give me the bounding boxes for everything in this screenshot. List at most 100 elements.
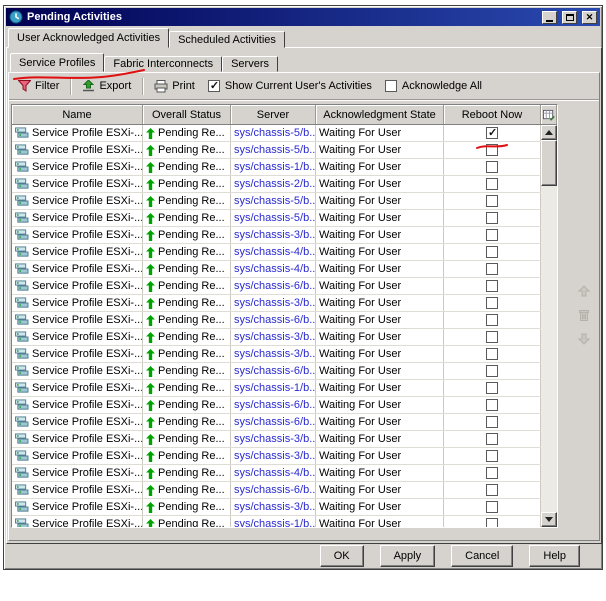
server-link[interactable]: sys/chassis-6/b... xyxy=(234,365,315,377)
move-up-button[interactable] xyxy=(576,283,592,299)
reboot-now-checkbox[interactable] xyxy=(486,399,498,411)
server-link[interactable]: sys/chassis-1/b... xyxy=(234,382,315,394)
reboot-now-checkbox[interactable] xyxy=(486,348,498,360)
tab-user-acknowledged-activities[interactable]: User Acknowledged Activities xyxy=(8,28,170,48)
reboot-now-checkbox[interactable] xyxy=(486,365,498,377)
acknowledge-all-checkbox-group[interactable]: Acknowledge All xyxy=(381,80,486,92)
reboot-now-checkbox[interactable] xyxy=(486,263,498,275)
table-row[interactable]: Service Profile ESXi-... Pending Re... s… xyxy=(12,295,541,312)
server-link[interactable]: sys/chassis-1/b... xyxy=(234,518,315,527)
server-link[interactable]: sys/chassis-2/b... xyxy=(234,178,315,190)
table-row[interactable]: Service Profile ESXi-... Pending Re... s… xyxy=(12,414,541,431)
scroll-up-button[interactable] xyxy=(541,125,557,140)
server-link[interactable]: sys/chassis-4/b... xyxy=(234,246,315,258)
reboot-now-checkbox[interactable] xyxy=(486,297,498,309)
reboot-now-checkbox[interactable] xyxy=(486,246,498,258)
reboot-now-checkbox[interactable] xyxy=(486,331,498,343)
column-header-overall-status[interactable]: Overall Status xyxy=(143,105,231,124)
ok-button[interactable]: OK xyxy=(319,545,364,567)
table-row[interactable]: Service Profile ESXi-... Pending Re... s… xyxy=(12,312,541,329)
server-link[interactable]: sys/chassis-6/b... xyxy=(234,484,315,496)
tab-scheduled-activities[interactable]: Scheduled Activities xyxy=(169,31,285,48)
reboot-now-checkbox[interactable] xyxy=(486,195,498,207)
reboot-now-checkbox[interactable] xyxy=(486,501,498,513)
show-current-users-activities-checkbox[interactable] xyxy=(207,79,220,92)
tab-servers[interactable]: Servers xyxy=(222,56,278,72)
maximize-button[interactable] xyxy=(562,10,577,24)
table-row[interactable]: Service Profile ESXi-... Pending Re... s… xyxy=(12,125,541,142)
table-row[interactable]: Service Profile ESXi-... Pending Re... s… xyxy=(12,465,541,482)
server-link[interactable]: sys/chassis-3/b... xyxy=(234,501,315,513)
server-link[interactable]: sys/chassis-4/b... xyxy=(234,467,315,479)
server-link[interactable]: sys/chassis-4/b... xyxy=(234,263,315,275)
cancel-button[interactable]: Cancel xyxy=(451,545,514,567)
minimize-button[interactable] xyxy=(542,10,557,24)
table-row[interactable]: Service Profile ESXi-... Pending Re... s… xyxy=(12,448,541,465)
move-down-button[interactable] xyxy=(576,331,592,347)
table-row[interactable]: Service Profile ESXi-... Pending Re... s… xyxy=(12,363,541,380)
reboot-now-checkbox[interactable] xyxy=(486,314,498,326)
table-row[interactable]: Service Profile ESXi-... Pending Re... s… xyxy=(12,227,541,244)
tab-service-profiles[interactable]: Service Profiles xyxy=(10,53,105,72)
acknowledge-all-checkbox[interactable] xyxy=(384,80,397,92)
reboot-now-checkbox[interactable] xyxy=(486,126,498,139)
table-customize-button[interactable] xyxy=(541,105,557,124)
apply-button[interactable]: Apply xyxy=(379,545,436,567)
reboot-now-checkbox[interactable] xyxy=(486,467,498,479)
server-link[interactable]: sys/chassis-3/b... xyxy=(234,331,315,343)
title-bar[interactable]: Pending Activities ✕ xyxy=(6,8,600,26)
scrollbar-thumb[interactable] xyxy=(541,140,557,186)
close-button[interactable]: ✕ xyxy=(582,10,597,24)
server-link[interactable]: sys/chassis-1/b... xyxy=(234,161,315,173)
table-row[interactable]: Service Profile ESXi-... Pending Re... s… xyxy=(12,142,541,159)
reboot-now-checkbox[interactable] xyxy=(486,433,498,445)
server-link[interactable]: sys/chassis-5/b... xyxy=(234,144,315,156)
table-row[interactable]: Service Profile ESXi-... Pending Re... s… xyxy=(12,380,541,397)
table-row[interactable]: Service Profile ESXi-... Pending Re... s… xyxy=(12,261,541,278)
table-row[interactable]: Service Profile ESXi-... Pending Re... s… xyxy=(12,397,541,414)
reboot-now-checkbox[interactable] xyxy=(486,416,498,428)
reboot-now-checkbox[interactable] xyxy=(486,161,498,173)
table-row[interactable]: Service Profile ESXi-... Pending Re... s… xyxy=(12,159,541,176)
table-row[interactable]: Service Profile ESXi-... Pending Re... s… xyxy=(12,329,541,346)
server-link[interactable]: sys/chassis-5/b... xyxy=(234,127,315,139)
table-row[interactable]: Service Profile ESXi-... Pending Re... s… xyxy=(12,278,541,295)
show-current-users-activities-checkbox-group[interactable]: Show Current User's Activities xyxy=(204,79,376,92)
column-header-acknowledgment-state[interactable]: Acknowledgment State xyxy=(316,105,444,124)
table-row[interactable]: Service Profile ESXi-... Pending Re... s… xyxy=(12,516,541,527)
server-link[interactable]: sys/chassis-3/b... xyxy=(234,229,315,241)
table-row[interactable]: Service Profile ESXi-... Pending Re... s… xyxy=(12,193,541,210)
tab-fabric-interconnects[interactable]: Fabric Interconnects xyxy=(104,56,223,72)
column-header-reboot-now[interactable]: Reboot Now xyxy=(444,105,541,124)
filter-button[interactable]: Filter xyxy=(14,78,63,94)
table-row[interactable]: Service Profile ESXi-... Pending Re... s… xyxy=(12,210,541,227)
reboot-now-checkbox[interactable] xyxy=(486,518,498,527)
table-row[interactable]: Service Profile ESXi-... Pending Re... s… xyxy=(12,499,541,516)
table-row[interactable]: Service Profile ESXi-... Pending Re... s… xyxy=(12,482,541,499)
vertical-scrollbar[interactable] xyxy=(541,125,557,527)
column-header-name[interactable]: Name xyxy=(12,105,143,124)
print-button[interactable]: Print xyxy=(150,78,199,95)
server-link[interactable]: sys/chassis-3/b... xyxy=(234,297,315,309)
table-row[interactable]: Service Profile ESXi-... Pending Re... s… xyxy=(12,346,541,363)
reboot-now-checkbox[interactable] xyxy=(486,280,498,292)
table-row[interactable]: Service Profile ESXi-... Pending Re... s… xyxy=(12,244,541,261)
server-link[interactable]: sys/chassis-3/b... xyxy=(234,433,315,445)
help-button[interactable]: Help xyxy=(529,545,580,567)
reboot-now-checkbox[interactable] xyxy=(486,144,498,156)
table-row[interactable]: Service Profile ESXi-... Pending Re... s… xyxy=(12,176,541,193)
server-link[interactable]: sys/chassis-5/b... xyxy=(234,212,315,224)
reboot-now-checkbox[interactable] xyxy=(486,229,498,241)
export-button[interactable]: Export xyxy=(78,78,135,94)
scroll-down-button[interactable] xyxy=(541,512,557,527)
reboot-now-checkbox[interactable] xyxy=(486,178,498,190)
server-link[interactable]: sys/chassis-5/b... xyxy=(234,195,315,207)
server-link[interactable]: sys/chassis-3/b... xyxy=(234,450,315,462)
table-row[interactable]: Service Profile ESXi-... Pending Re... s… xyxy=(12,431,541,448)
reboot-now-checkbox[interactable] xyxy=(486,212,498,224)
server-link[interactable]: sys/chassis-6/b... xyxy=(234,399,315,411)
reboot-now-checkbox[interactable] xyxy=(486,450,498,462)
server-link[interactable]: sys/chassis-6/b... xyxy=(234,280,315,292)
reboot-now-checkbox[interactable] xyxy=(486,484,498,496)
server-link[interactable]: sys/chassis-3/b... xyxy=(234,348,315,360)
